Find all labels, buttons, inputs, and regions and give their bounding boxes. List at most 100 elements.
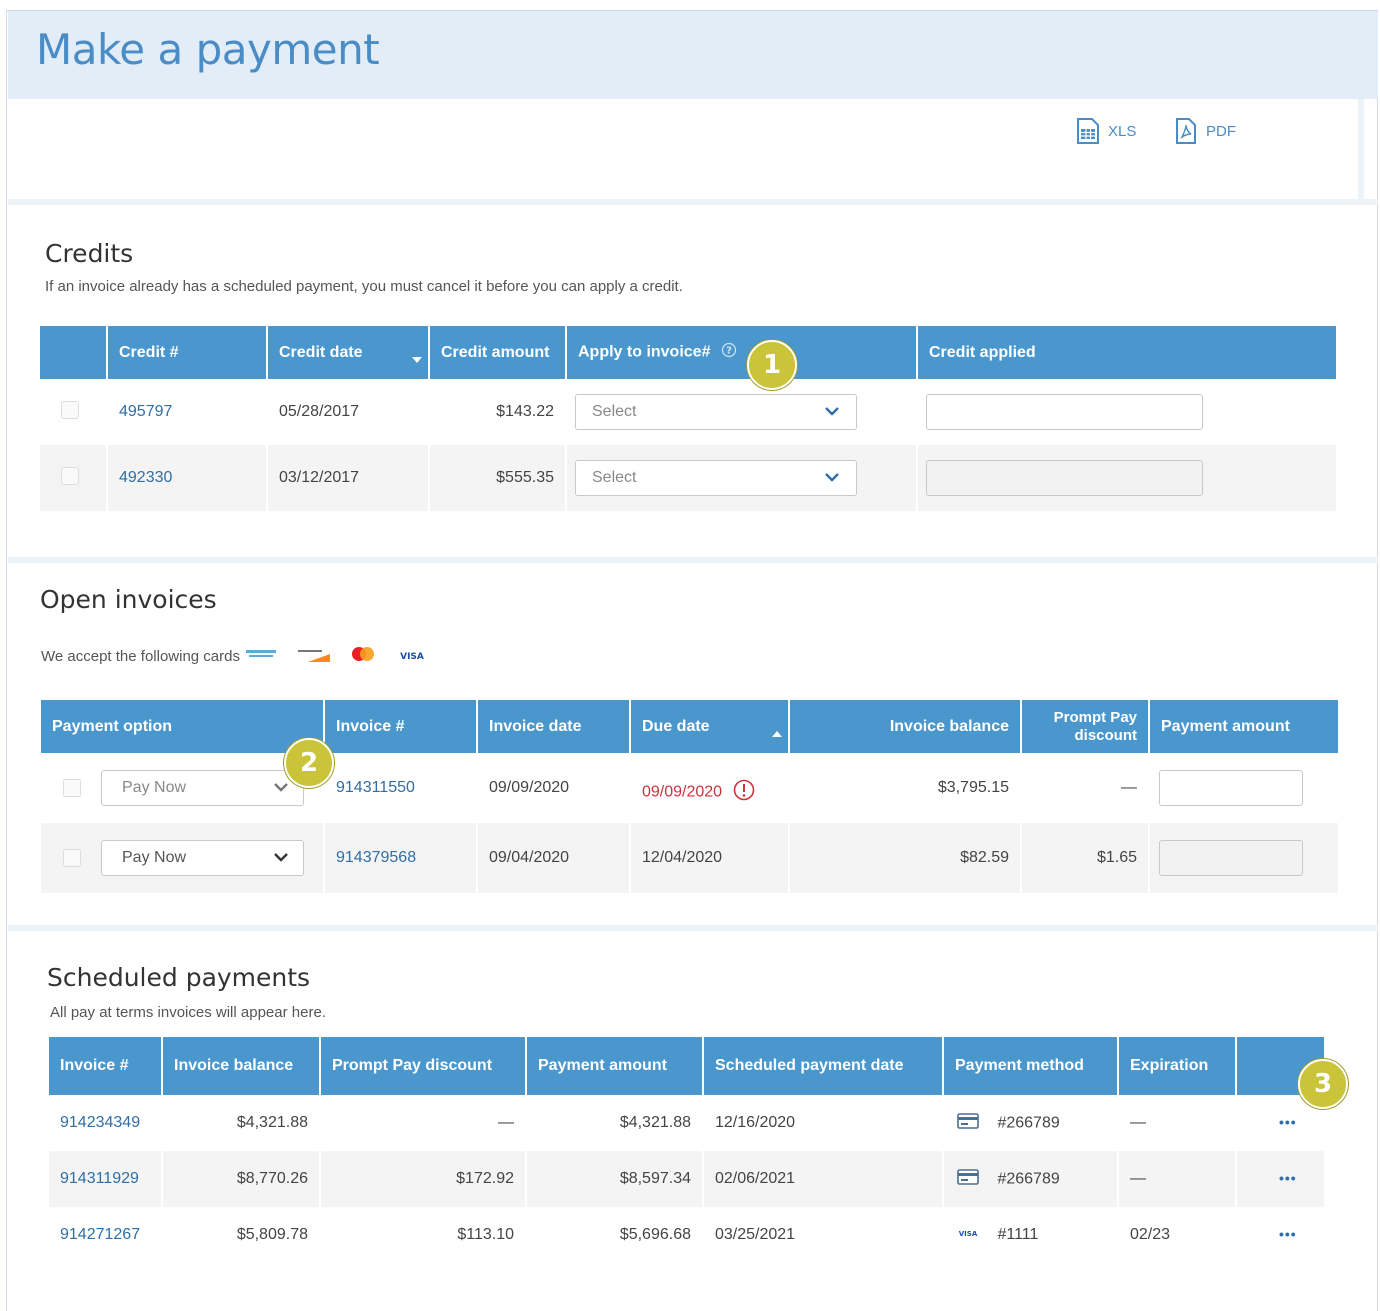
prompt-pay-discount: $1.65 bbox=[1021, 823, 1150, 893]
credit-date: 05/28/2017 bbox=[267, 379, 430, 445]
credits-title: Credits bbox=[45, 239, 134, 268]
table-row: Pay Now 914379568 09/04/2020 12/04/2020 … bbox=[41, 823, 1338, 893]
column-header-prompt-pay-discount[interactable]: Prompt Pay discount bbox=[1021, 700, 1150, 753]
payment-amount: $5,696.68 bbox=[526, 1207, 704, 1263]
scheduled-payments-title: Scheduled payments bbox=[47, 963, 311, 992]
column-header-credit-date-label: Credit date bbox=[279, 343, 363, 361]
column-header-credit-no[interactable]: Credit # bbox=[107, 326, 268, 379]
column-header-payment-method[interactable]: Payment method bbox=[943, 1037, 1119, 1095]
column-header-apply-to-invoice[interactable]: Apply to invoice# ? bbox=[566, 326, 918, 379]
select-value: Pay Now bbox=[122, 779, 187, 796]
select-value: Pay Now bbox=[122, 849, 187, 866]
column-header-credit-applied[interactable]: Credit applied bbox=[917, 326, 1336, 379]
column-header-payment-option[interactable]: Payment option bbox=[41, 700, 325, 753]
chevron-down-icon bbox=[824, 403, 840, 421]
export-pdf-button[interactable]: PDF bbox=[1172, 117, 1236, 145]
open-invoices-header-row: Payment option Invoice # Invoice date Du… bbox=[41, 700, 1338, 753]
column-header-prompt-pay-discount[interactable]: Prompt Pay discount bbox=[320, 1037, 527, 1095]
row-checkbox[interactable] bbox=[63, 849, 81, 867]
credit-number-link[interactable]: 492330 bbox=[119, 469, 172, 486]
credits-subtitle: If an invoice already has a scheduled pa… bbox=[45, 278, 683, 295]
payment-option-select[interactable]: Pay Now bbox=[101, 840, 304, 876]
chevron-down-icon bbox=[273, 849, 289, 867]
open-invoices-title: Open invoices bbox=[40, 585, 217, 614]
expiration: — bbox=[1118, 1151, 1237, 1207]
scheduled-payments-section: Scheduled payments All pay at terms invo… bbox=[8, 931, 1364, 1311]
alert-icon[interactable] bbox=[733, 779, 755, 806]
credits-header-row: Credit # Credit date Credit amount Apply… bbox=[40, 326, 1336, 379]
column-header-invoice-no[interactable]: Invoice # bbox=[324, 700, 478, 753]
payment-method: #266789 bbox=[997, 1170, 1060, 1188]
scheduled-payments-table: Invoice # Invoice balance Prompt Pay dis… bbox=[49, 1037, 1324, 1263]
credit-number-link[interactable]: 495797 bbox=[119, 403, 172, 420]
payment-method: #266789 bbox=[997, 1114, 1060, 1132]
more-options-icon[interactable]: ••• bbox=[1279, 1170, 1297, 1186]
credits-section: Credits If an invoice already has a sche… bbox=[8, 205, 1364, 557]
bank-card-icon bbox=[957, 1168, 979, 1191]
column-header-invoice-no[interactable]: Invoice # bbox=[49, 1037, 163, 1095]
bank-card-icon bbox=[957, 1112, 979, 1135]
help-icon[interactable]: ? bbox=[721, 342, 737, 363]
spreadsheet-icon bbox=[1074, 117, 1102, 145]
column-header-scheduled-date[interactable]: Scheduled payment date bbox=[703, 1037, 944, 1095]
scheduled-date: 12/16/2020 bbox=[703, 1095, 944, 1151]
column-header-credit-date[interactable]: Credit date bbox=[267, 326, 430, 379]
column-header-invoice-balance[interactable]: Invoice balance bbox=[789, 700, 1022, 753]
table-row: 492330 03/12/2017 $555.35 Select bbox=[40, 445, 1336, 511]
invoice-balance: $8,770.26 bbox=[162, 1151, 321, 1207]
invoice-balance: $82.59 bbox=[789, 823, 1022, 893]
invoice-date: 09/09/2020 bbox=[477, 753, 631, 823]
prompt-pay-discount: — bbox=[1021, 753, 1150, 823]
scheduled-header-row: Invoice # Invoice balance Prompt Pay dis… bbox=[49, 1037, 1324, 1095]
row-checkbox[interactable] bbox=[63, 779, 81, 797]
invoice-number-link[interactable]: 914311929 bbox=[60, 1170, 139, 1187]
table-row: 914271267 $5,809.78 $113.10 $5,696.68 03… bbox=[49, 1207, 1324, 1263]
invoice-number-link[interactable]: 914311550 bbox=[336, 779, 415, 796]
pdf-icon bbox=[1172, 117, 1200, 145]
payment-method: #1111 bbox=[997, 1226, 1039, 1244]
callout-marker-3: 3 bbox=[1298, 1059, 1348, 1109]
invoice-number-link[interactable]: 914234349 bbox=[60, 1114, 140, 1131]
column-header-invoice-date[interactable]: Invoice date bbox=[477, 700, 631, 753]
scheduled-payments-subtitle: All pay at terms invoices will appear he… bbox=[50, 1004, 326, 1021]
row-checkbox[interactable] bbox=[61, 466, 79, 485]
callout-marker-2: 2 bbox=[284, 738, 334, 788]
chevron-down-icon bbox=[273, 779, 289, 797]
visa-card-icon: VISA bbox=[957, 1226, 979, 1244]
column-header-payment-amount[interactable]: Payment amount bbox=[1149, 700, 1338, 753]
scheduled-date: 03/25/2021 bbox=[703, 1207, 944, 1263]
chevron-down-icon bbox=[824, 469, 840, 487]
credit-amount: $555.35 bbox=[429, 445, 567, 511]
payment-option-select[interactable]: Pay Now bbox=[101, 770, 304, 806]
export-xls-button[interactable]: XLS bbox=[1074, 117, 1136, 145]
column-header-due-date[interactable]: Due date bbox=[630, 700, 790, 753]
credit-amount: $143.22 bbox=[429, 379, 567, 445]
payment-amount-input[interactable] bbox=[1159, 770, 1303, 806]
apply-invoice-select[interactable]: Select bbox=[575, 460, 857, 496]
credit-applied-input[interactable] bbox=[926, 460, 1203, 496]
due-date-overdue: 09/09/2020 bbox=[642, 783, 723, 801]
open-invoices-table: Payment option Invoice # Invoice date Du… bbox=[41, 700, 1338, 893]
apply-invoice-select[interactable]: Select bbox=[575, 394, 857, 430]
payment-window: Make a payment XLS PDF Credits If an inv… bbox=[6, 10, 1378, 1311]
column-header-due-date-label: Due date bbox=[642, 717, 710, 735]
column-header-expiration[interactable]: Expiration bbox=[1118, 1037, 1237, 1095]
credit-applied-input[interactable] bbox=[926, 394, 1203, 430]
invoice-number-link[interactable]: 914379568 bbox=[336, 849, 416, 866]
invoice-number-link[interactable]: 914271267 bbox=[60, 1226, 140, 1243]
discover-card-icon bbox=[298, 646, 330, 666]
callout-marker-1: 1 bbox=[747, 340, 797, 390]
invoice-balance: $4,321.88 bbox=[162, 1095, 321, 1151]
column-header-invoice-balance[interactable]: Invoice balance bbox=[162, 1037, 321, 1095]
table-row: 495797 05/28/2017 $143.22 Select bbox=[40, 379, 1336, 445]
page-title: Make a payment bbox=[36, 25, 380, 74]
invoice-date: 09/04/2020 bbox=[477, 823, 631, 893]
row-checkbox[interactable] bbox=[61, 400, 79, 419]
title-bar: Make a payment bbox=[8, 11, 1378, 99]
payment-amount-input[interactable] bbox=[1159, 840, 1303, 876]
payment-amount: $4,321.88 bbox=[526, 1095, 704, 1151]
more-options-icon[interactable]: ••• bbox=[1279, 1226, 1297, 1242]
more-options-icon[interactable]: ••• bbox=[1279, 1114, 1297, 1130]
column-header-credit-amount[interactable]: Credit amount bbox=[429, 326, 567, 379]
column-header-payment-amount[interactable]: Payment amount bbox=[526, 1037, 704, 1095]
